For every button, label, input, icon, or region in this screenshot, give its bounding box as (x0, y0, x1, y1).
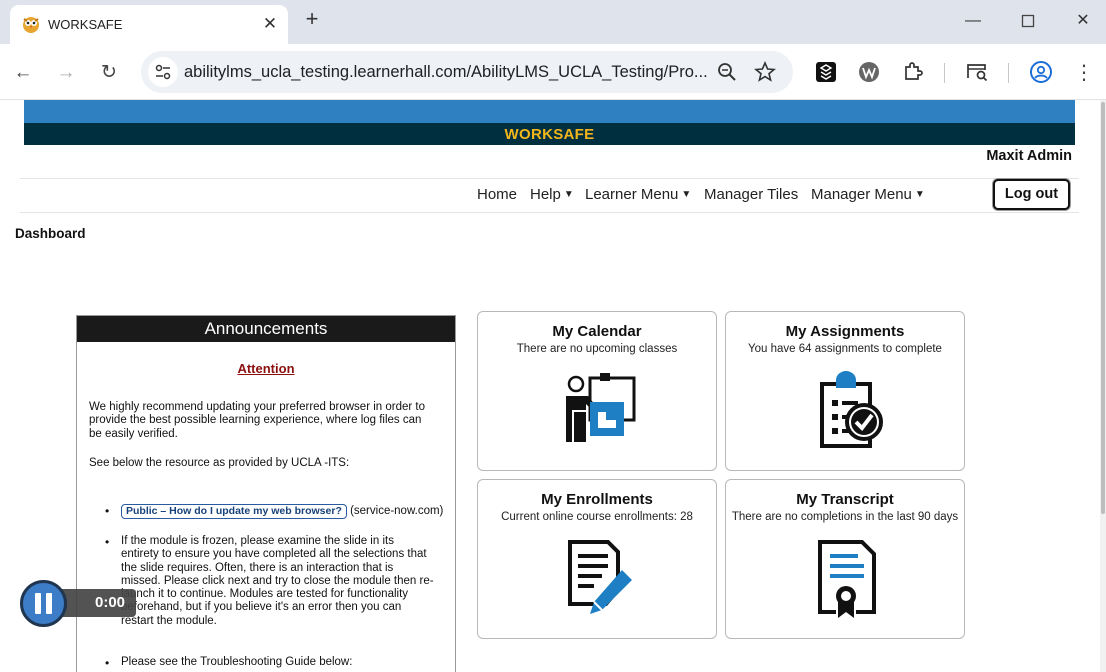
nav-manager-menu-label: Manager Menu (811, 186, 912, 203)
tile-my-assignments[interactable]: My Assignments You have 64 assignments t… (725, 311, 965, 471)
link-source: (service-now.com) (350, 505, 444, 517)
reload-icon[interactable]: ↻ (97, 61, 121, 85)
tile-title: My Transcript (796, 491, 894, 508)
announcements-panel: Announcements Attention We highly recomm… (76, 315, 456, 672)
announcement-text-line: We highly recommend updating your prefer… (89, 401, 426, 413)
user-name: Maxit Admin (986, 148, 1072, 164)
nav-help[interactable]: Help ▼ (530, 186, 574, 203)
brand-title: WORKSAFE (504, 126, 595, 143)
url-text[interactable]: abilitylms_ucla_testing.learnerhall.com/… (184, 63, 708, 82)
back-arrow-icon[interactable]: ← (11, 61, 35, 85)
scrollbar-thumb[interactable] (1101, 102, 1105, 514)
announcement-text-line: provide the best possible learning exper… (89, 414, 422, 427)
tile-subtitle: Current online course enrollments: 28 (501, 511, 693, 523)
announcement-text-line: restart the module. (121, 614, 217, 627)
browser-toolbar: ← → ↻ abilitylms_ucla_testing.learnerhal… (0, 44, 1106, 100)
tile-subtitle: You have 64 assignments to complete (748, 343, 942, 355)
media-player-overlay: 0:00 (20, 580, 136, 627)
browser-update-link[interactable]: Public – How do I update my web browser? (121, 504, 347, 519)
toolbar-separator (944, 63, 945, 83)
browser-tab[interactable]: WORKSAFE ✕ (10, 5, 288, 44)
tab-close-icon[interactable]: ✕ (260, 13, 280, 35)
certificate-icon (818, 540, 876, 618)
bookmark-star-icon[interactable] (754, 61, 776, 83)
logout-button[interactable]: Log out (993, 179, 1070, 210)
attention-heading: Attention (237, 361, 295, 376)
nav-home[interactable]: Home (477, 186, 517, 203)
caret-down-icon: ▼ (914, 189, 925, 200)
page-title: Dashboard (15, 226, 86, 241)
nav-manager-menu[interactable]: Manager Menu ▼ (811, 186, 925, 203)
extension-w-icon[interactable] (857, 60, 881, 84)
announcements-heading: Announcements (77, 316, 455, 342)
announcement-paragraph: We highly recommend updating your prefer… (89, 401, 449, 441)
tile-my-enrollments[interactable]: My Enrollments Current online course enr… (477, 479, 717, 639)
zoom-icon[interactable] (716, 61, 738, 83)
tile-subtitle: There are no completions in the last 90 … (731, 511, 959, 523)
nav-manager-tiles-label: Manager Tiles (704, 186, 799, 203)
new-tab-icon[interactable]: + (300, 8, 324, 32)
announcement-paragraph: See below the resource as provided by UC… (89, 457, 350, 469)
announcement-text-line: entirety to ensure you have completed al… (121, 548, 427, 561)
announcement-text-line: be easily verified. (89, 427, 178, 440)
pause-button[interactable] (20, 580, 67, 627)
tab-search-icon[interactable] (965, 60, 989, 84)
announcement-text-line: If the module is frozen, please examine … (121, 535, 394, 547)
toolbar-separator (1008, 63, 1009, 83)
profile-avatar-icon[interactable] (1029, 60, 1053, 84)
document-pen-icon (568, 540, 632, 614)
header-banner: WORKSAFE (24, 123, 1075, 145)
announcement-text-line: missed. Please click next and try to clo… (121, 574, 434, 587)
tile-my-calendar[interactable]: My Calendar There are no upcoming classe… (477, 311, 717, 471)
tile-my-transcript[interactable]: My Transcript There are no completions i… (725, 479, 965, 639)
calendar-presenter-icon (566, 373, 636, 442)
maximize-icon[interactable] (1016, 10, 1040, 32)
extensions-puzzle-icon[interactable] (901, 60, 925, 84)
page-content: WORKSAFE Maxit Admin Home Help ▼ Learner … (0, 100, 1106, 672)
extension-cube-icon[interactable] (814, 60, 838, 84)
tile-title: My Calendar (552, 323, 642, 340)
media-time: 0:00 (95, 594, 126, 611)
nav-learner-menu[interactable]: Learner Menu ▼ (585, 186, 691, 203)
page-scrollbar[interactable] (1100, 100, 1106, 672)
announcement-list-item: If the module is frozen, please examine … (121, 535, 447, 628)
announcement-text-line: the slide requires. Often, there is an i… (121, 561, 394, 574)
caret-down-icon: ▼ (563, 189, 574, 200)
forward-arrow-icon[interactable]: → (54, 61, 78, 85)
browser-menu-icon[interactable]: ⋮ (1072, 61, 1096, 85)
bullet-icon: • (105, 535, 110, 549)
address-bar[interactable]: abilitylms_ucla_testing.learnerhall.com/… (141, 51, 793, 93)
bullet-icon: • (105, 656, 110, 670)
pause-icon (35, 593, 52, 614)
nav-divider-bottom (20, 212, 1079, 213)
caret-down-icon: ▼ (681, 189, 692, 200)
tab-title: WORKSAFE (48, 17, 123, 32)
minimize-icon[interactable]: — (961, 10, 985, 32)
nav-help-label: Help (530, 186, 561, 203)
bullet-icon: • (105, 504, 110, 518)
announcement-text-line: launch it to continue. Modules are teste… (121, 588, 409, 601)
announcement-text-line: beforehand, but if you believe it's an e… (121, 601, 402, 614)
close-window-icon[interactable]: ✕ (1071, 10, 1095, 32)
owl-favicon-icon (23, 17, 39, 33)
nav-manager-tiles[interactable]: Manager Tiles (704, 186, 798, 203)
nav-learner-menu-label: Learner Menu (585, 186, 679, 203)
tile-title: My Assignments (785, 323, 905, 340)
tile-title: My Enrollments (541, 491, 653, 508)
clipboard-check-icon (820, 371, 883, 448)
header-banner-top (24, 100, 1075, 123)
announcement-list-item: Public – How do I update my web browser?… (121, 504, 447, 519)
browser-tabstrip: WORKSAFE ✕ + — ✕ (0, 0, 1106, 44)
nav-divider-top (20, 178, 1079, 179)
tile-subtitle: There are no upcoming classes (516, 343, 678, 355)
announcement-list-item: Please see the Troubleshooting Guide bel… (121, 656, 353, 668)
site-settings-icon[interactable] (148, 57, 178, 87)
nav-home-label: Home (477, 186, 518, 203)
